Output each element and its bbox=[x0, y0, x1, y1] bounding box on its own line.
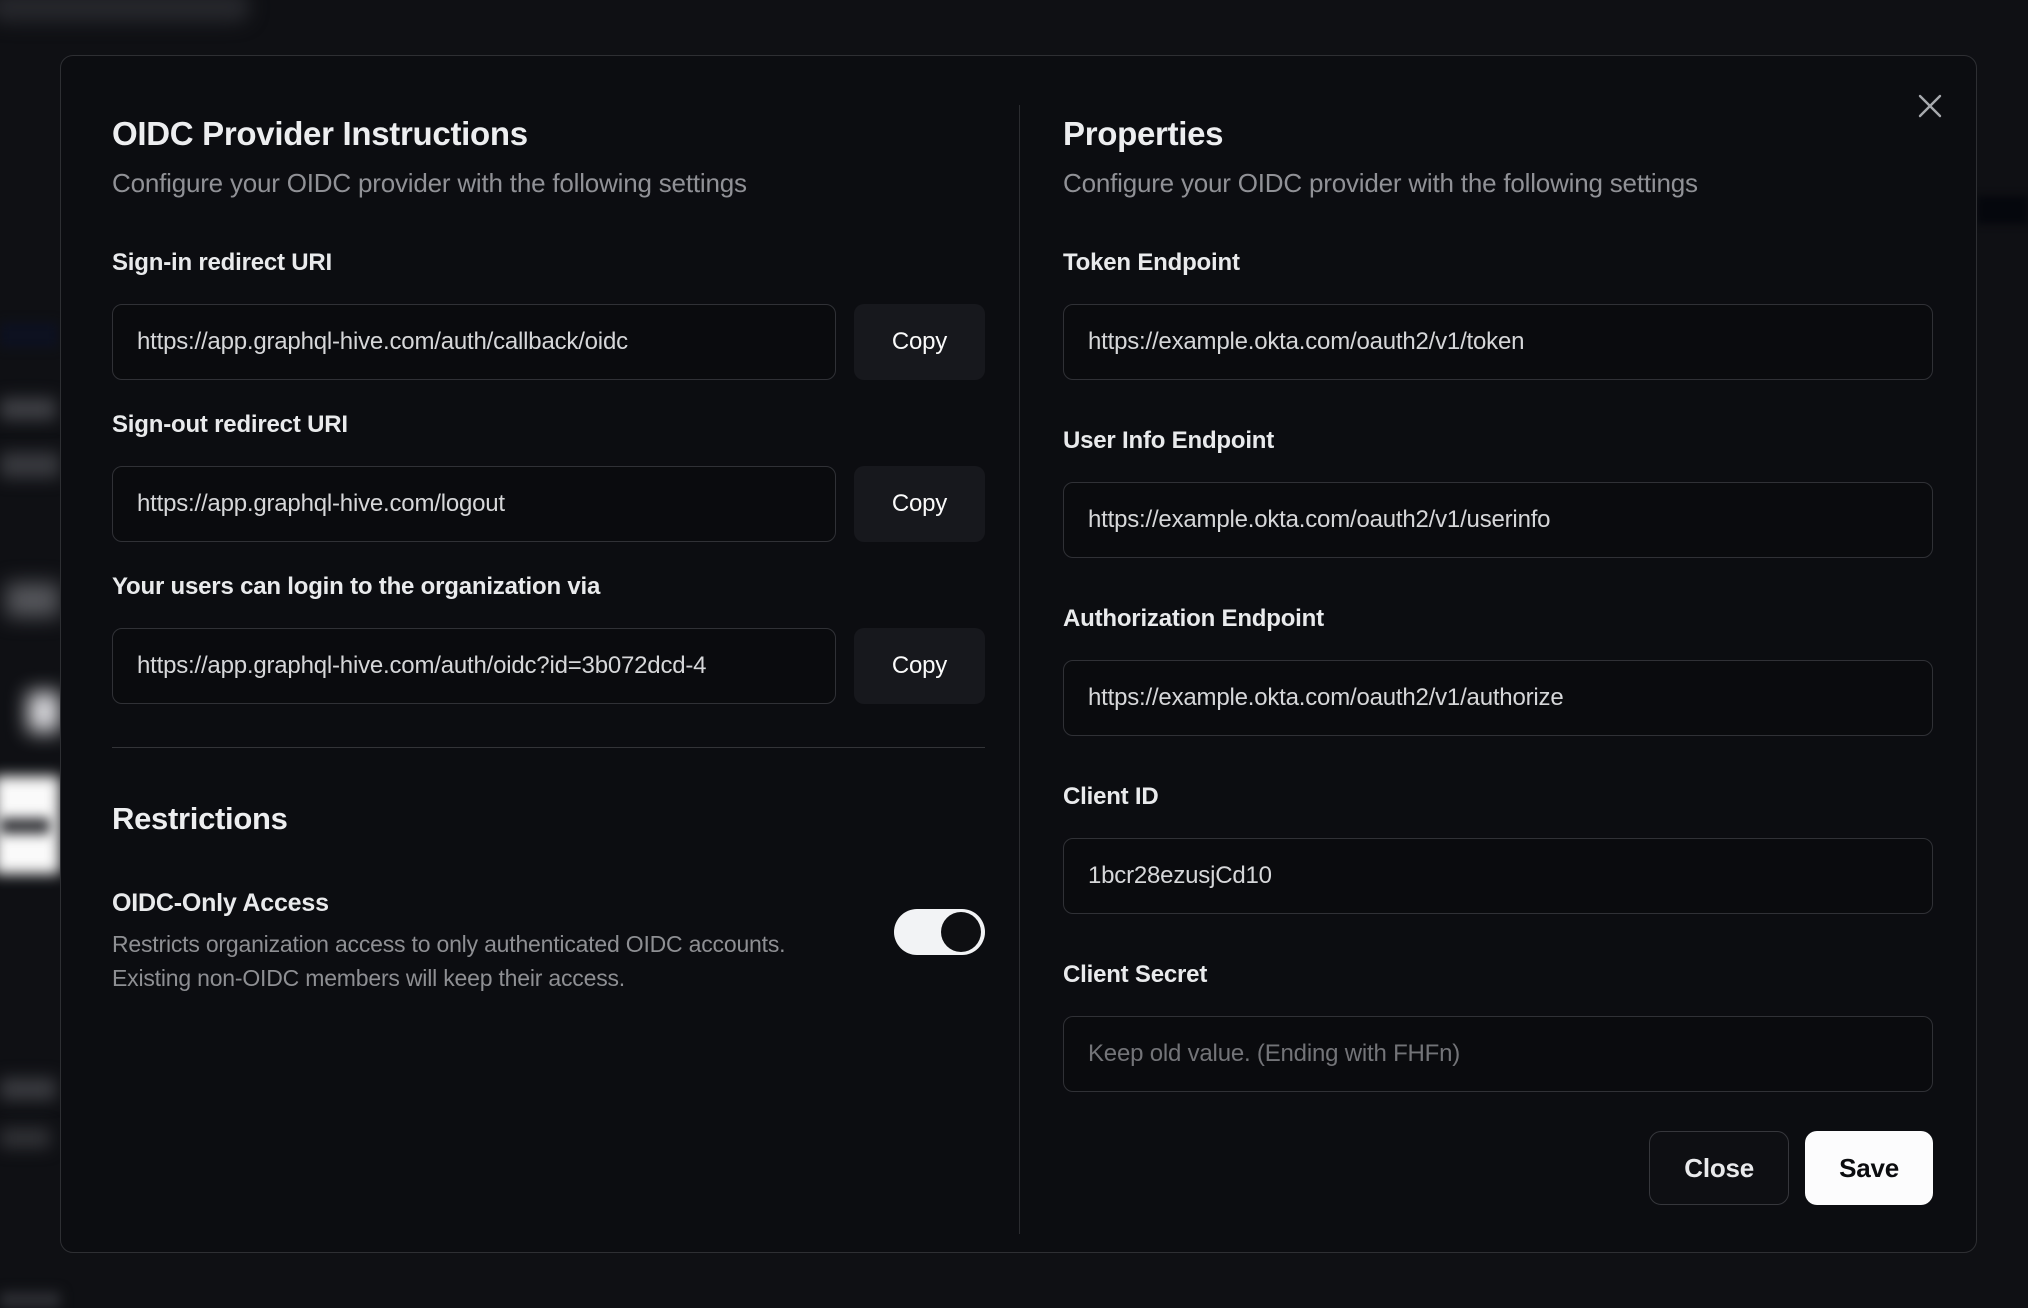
client-id-input[interactable] bbox=[1063, 838, 1933, 914]
blurred-fragment bbox=[0, 0, 250, 22]
authorization-endpoint-input[interactable] bbox=[1063, 660, 1933, 736]
token-endpoint-row bbox=[1063, 304, 1933, 380]
authorization-endpoint-label: Authorization Endpoint bbox=[1063, 605, 1324, 632]
instructions-panel: OIDC Provider Instructions Configure you… bbox=[112, 56, 985, 1252]
copy-sign-in-uri-button[interactable]: Copy bbox=[854, 304, 985, 380]
blurred-fragment bbox=[0, 818, 50, 834]
oidc-only-access-text: OIDC-Only Access Restricts organization … bbox=[112, 887, 870, 995]
sign-in-redirect-uri-input[interactable] bbox=[112, 304, 836, 380]
blurred-fragment bbox=[1977, 196, 2028, 224]
blurred-fragment bbox=[28, 692, 60, 732]
instructions-subtitle: Configure your OIDC provider with the fo… bbox=[112, 168, 747, 198]
organization-login-uri-input[interactable] bbox=[112, 628, 836, 704]
token-endpoint-input[interactable] bbox=[1063, 304, 1933, 380]
section-divider bbox=[112, 747, 985, 748]
user-info-endpoint-label: User Info Endpoint bbox=[1063, 427, 1275, 454]
sign-out-redirect-uri-row: Copy bbox=[112, 466, 985, 542]
user-info-endpoint-input[interactable] bbox=[1063, 482, 1933, 558]
sign-in-redirect-uri-label: Sign-in redirect URI bbox=[112, 249, 333, 276]
restrictions-title: Restrictions bbox=[112, 801, 288, 836]
properties-panel: Properties Configure your OIDC provider … bbox=[1063, 56, 1933, 1252]
token-endpoint-label: Token Endpoint bbox=[1063, 249, 1240, 276]
properties-subtitle: Configure your OIDC provider with the fo… bbox=[1063, 168, 1698, 198]
properties-title: Properties bbox=[1063, 115, 1224, 152]
client-secret-input[interactable] bbox=[1063, 1016, 1933, 1092]
copy-login-uri-button[interactable]: Copy bbox=[854, 628, 985, 704]
oidc-only-access-description: Restricts organization access to only au… bbox=[112, 931, 786, 991]
client-secret-label: Client Secret bbox=[1063, 961, 1208, 988]
blurred-fragment bbox=[0, 322, 58, 348]
oidc-only-access-row: OIDC-Only Access Restricts organization … bbox=[112, 887, 985, 995]
blurred-fragment bbox=[6, 583, 60, 617]
oidc-only-access-label: OIDC-Only Access bbox=[112, 889, 329, 917]
dialog-close-button[interactable] bbox=[1915, 91, 1945, 121]
save-button[interactable]: Save bbox=[1805, 1131, 1933, 1205]
toggle-thumb bbox=[941, 912, 981, 952]
instructions-title: OIDC Provider Instructions bbox=[112, 115, 528, 152]
sign-in-redirect-uri-row: Copy bbox=[112, 304, 985, 380]
oidc-settings-dialog: OIDC Provider Instructions Configure you… bbox=[60, 55, 1977, 1253]
authorization-endpoint-row bbox=[1063, 660, 1933, 736]
blurred-fragment bbox=[0, 398, 56, 420]
organization-login-uri-row: Copy bbox=[112, 628, 985, 704]
column-divider bbox=[1019, 105, 1020, 1234]
blurred-fragment bbox=[0, 452, 60, 478]
oidc-only-access-toggle[interactable] bbox=[894, 909, 985, 955]
organization-login-uri-label: Your users can login to the organization… bbox=[112, 573, 601, 600]
client-id-label: Client ID bbox=[1063, 783, 1159, 810]
blurred-fragment bbox=[0, 1078, 56, 1100]
client-id-row bbox=[1063, 838, 1933, 914]
client-secret-row bbox=[1063, 1016, 1933, 1092]
sign-out-redirect-uri-input[interactable] bbox=[112, 466, 836, 542]
copy-sign-out-uri-button[interactable]: Copy bbox=[854, 466, 985, 542]
blurred-fragment bbox=[0, 1292, 60, 1308]
sign-out-redirect-uri-label: Sign-out redirect URI bbox=[112, 411, 348, 438]
dialog-actions: Close Save bbox=[1063, 1131, 1933, 1205]
blurred-fragment bbox=[0, 1128, 50, 1148]
close-button[interactable]: Close bbox=[1649, 1131, 1790, 1205]
close-icon bbox=[1916, 92, 1944, 120]
user-info-endpoint-row bbox=[1063, 482, 1933, 558]
